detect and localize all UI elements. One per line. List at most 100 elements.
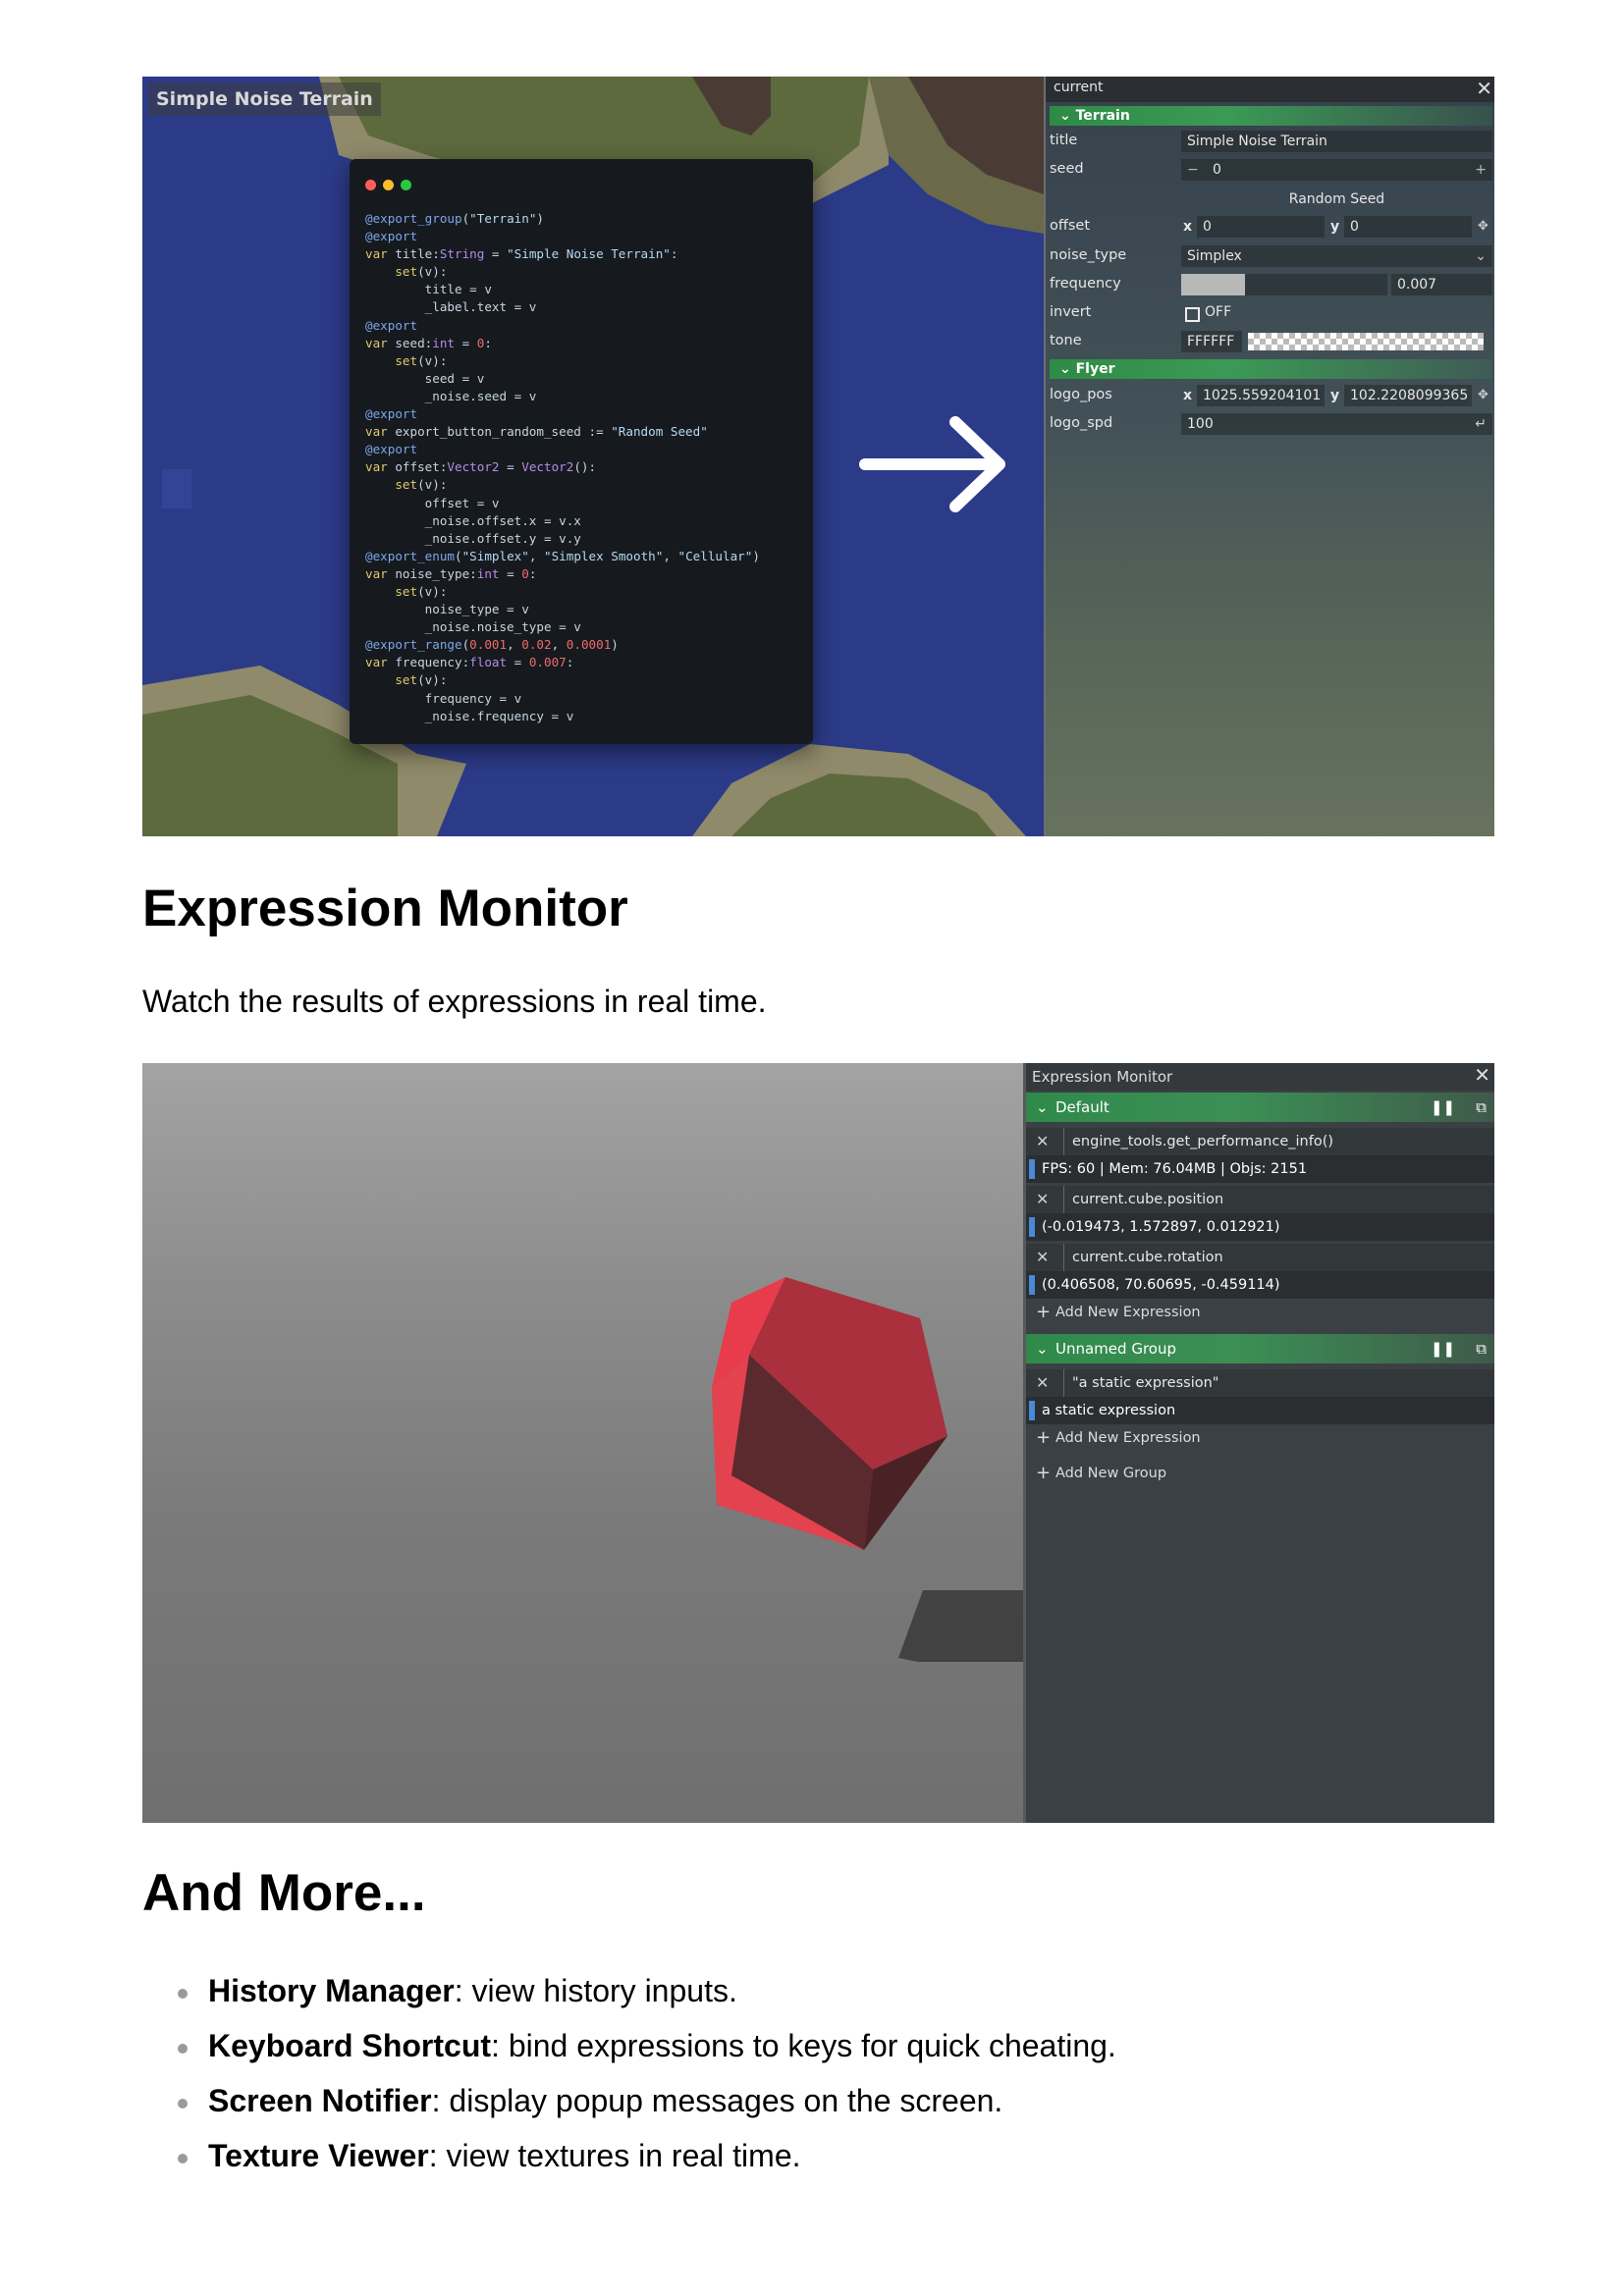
remove-icon[interactable]: ✕ xyxy=(1036,1244,1049,1271)
add-expression-button[interactable]: + Add New Expression xyxy=(1026,1299,1494,1326)
seed-value: 0 xyxy=(1213,162,1221,178)
frequency-field[interactable]: 0.007 xyxy=(1391,274,1492,295)
logo-spd-field[interactable]: 100 ↵ xyxy=(1181,413,1492,435)
color-picker-swatch[interactable] xyxy=(1248,333,1484,350)
feature-title: Keyboard Shortcut xyxy=(208,2028,492,2063)
noise-type-label: noise_type xyxy=(1050,247,1127,263)
code-line: @export xyxy=(365,442,418,457)
code-line: var offset:Vector2 = Vector2(): xyxy=(365,459,597,475)
logo-pos-x-label: x xyxy=(1183,388,1193,403)
expression-row[interactable]: ✕ current.cube.rotation xyxy=(1026,1244,1494,1271)
right-arrow-icon xyxy=(859,416,1005,512)
expression-input[interactable]: engine_tools.get_performance_info() xyxy=(1063,1128,1333,1155)
close-icon[interactable]: ✕ xyxy=(1474,1063,1490,1087)
seed-label: seed xyxy=(1050,161,1084,177)
group-flyer[interactable]: ⌄ Flyer xyxy=(1050,359,1492,379)
maximize-dot-icon[interactable] xyxy=(401,180,411,190)
code-line: _noise.seed = v xyxy=(365,388,537,403)
offset-x-field[interactable]: 0 xyxy=(1197,216,1325,238)
frequency-slider[interactable] xyxy=(1181,274,1387,295)
feature-description: : view history inputs. xyxy=(454,1973,737,2008)
remove-icon[interactable]: ✕ xyxy=(1036,1128,1049,1155)
remove-icon[interactable]: ✕ xyxy=(1036,1369,1049,1397)
crosshair-icon[interactable]: ✥ xyxy=(1478,388,1488,402)
expression-monitor-description: Watch the results of expressions in real… xyxy=(142,984,767,1019)
logo-pos-y-field[interactable]: 102.2208099365 xyxy=(1344,385,1472,406)
feature-title: Texture Viewer xyxy=(208,2138,429,2173)
crosshair-icon[interactable]: ✥ xyxy=(1478,219,1488,234)
code-line: _noise.offset.x = v.x xyxy=(365,512,581,528)
group-terrain[interactable]: ⌄ Terrain xyxy=(1050,106,1492,126)
tone-label: tone xyxy=(1050,333,1082,348)
title-field[interactable]: Simple Noise Terrain xyxy=(1181,131,1492,152)
expression-monitor-panel: Expression Monitor ✕ ⌄ Default ❚❚ ⧉ ✕ engine_… xyxy=(1023,1063,1494,1823)
frequency-label: frequency xyxy=(1050,276,1121,292)
noise-type-value: Simplex xyxy=(1187,248,1242,264)
code-line: @export xyxy=(365,229,418,244)
seed-spinbox[interactable]: − 0 + xyxy=(1181,159,1492,181)
window-icon[interactable]: ⧉ xyxy=(1476,1334,1487,1363)
code-line: title = v xyxy=(365,282,492,297)
add-group-button[interactable]: + Add New Group xyxy=(1026,1460,1494,1487)
expression-group-header[interactable]: ⌄ Default ❚❚ ⧉ xyxy=(1026,1093,1494,1122)
group-name: Unnamed Group xyxy=(1055,1340,1176,1358)
tone-hex-field[interactable]: FFFFFF xyxy=(1181,331,1242,352)
random-seed-button[interactable]: Random Seed xyxy=(1181,188,1492,210)
expression-input[interactable]: current.cube.rotation xyxy=(1063,1244,1223,1271)
panel-title: Expression Monitor xyxy=(1032,1068,1173,1086)
offset-y-label: y xyxy=(1330,219,1340,235)
noise-type-select[interactable]: Simplex ⌄ xyxy=(1181,245,1492,267)
inspector-panel: current ✕ ⌄ Terrain title Simple Noise T… xyxy=(1044,77,1494,836)
code-line: var seed:int = 0: xyxy=(365,335,492,350)
expression-input[interactable]: current.cube.position xyxy=(1063,1186,1223,1213)
expression-row[interactable]: ✕ "a static expression" xyxy=(1026,1369,1494,1397)
feature-description: : display popup messages on the screen. xyxy=(431,2083,1003,2118)
invert-state: OFF xyxy=(1205,304,1232,320)
expression-result: (-0.019473, 1.572897, 0.012921) xyxy=(1026,1213,1494,1241)
logo-pos-x-field[interactable]: 1025.559204101 xyxy=(1197,385,1325,406)
pause-icon[interactable]: ❚❚ xyxy=(1431,1093,1455,1122)
code-line: set(v): xyxy=(395,352,448,368)
code-line: _label.text = v xyxy=(365,299,537,315)
plus-icon: + xyxy=(1036,1463,1052,1483)
expression-row[interactable]: ✕ current.cube.position xyxy=(1026,1186,1494,1213)
code-line: @export_group("Terrain") xyxy=(365,211,545,226)
expression-result: (0.406508, 70.60695, -0.459114) xyxy=(1026,1271,1494,1299)
feature-title: History Manager xyxy=(208,1973,455,2008)
feature-item: Keyboard Shortcut: bind expressions to k… xyxy=(178,2018,1116,2073)
window-icon[interactable]: ⧉ xyxy=(1476,1093,1487,1122)
add-expression-button[interactable]: + Add New Expression xyxy=(1026,1424,1494,1452)
code-line: _noise.frequency = v xyxy=(365,708,574,723)
code-line: var export_button_random_seed := "Random… xyxy=(365,424,708,440)
code-line: _noise.offset.y = v.y xyxy=(365,530,581,546)
inspector-title: current xyxy=(1054,80,1104,95)
pause-icon[interactable]: ❚❚ xyxy=(1431,1334,1455,1363)
minimize-dot-icon[interactable] xyxy=(383,180,394,190)
code-line: set(v): xyxy=(395,672,448,688)
logo-pos-y-label: y xyxy=(1330,388,1340,403)
chevron-down-icon: ⌄ xyxy=(1059,361,1076,377)
decrement-icon[interactable]: − xyxy=(1187,159,1199,181)
reset-icon[interactable]: ↵ xyxy=(1475,413,1487,435)
increment-icon[interactable]: + xyxy=(1475,159,1487,181)
add-expression-label: Add New Expression xyxy=(1055,1430,1201,1446)
code-line: noise_type = v xyxy=(365,602,529,617)
expression-monitor-heading: Expression Monitor xyxy=(142,880,628,937)
expression-input[interactable]: "a static expression" xyxy=(1063,1369,1218,1397)
offset-y-field[interactable]: 0 xyxy=(1344,216,1472,238)
title-label: title xyxy=(1050,133,1078,148)
expression-row[interactable]: ✕ engine_tools.get_performance_info() xyxy=(1026,1128,1494,1155)
close-dot-icon[interactable] xyxy=(365,180,376,190)
code-line: frequency = v xyxy=(365,690,522,706)
expression-result: a static expression xyxy=(1026,1397,1494,1424)
code-line: var title:String = "Simple Noise Terrain… xyxy=(365,246,678,262)
add-expression-label: Add New Expression xyxy=(1055,1305,1201,1320)
panel-titlebar: Expression Monitor ✕ xyxy=(1026,1063,1494,1091)
code-line: var noise_type:int = 0: xyxy=(365,565,537,581)
checkbox-icon[interactable] xyxy=(1185,307,1200,322)
plus-icon: + xyxy=(1036,1427,1052,1448)
expression-group-header[interactable]: ⌄ Unnamed Group ❚❚ ⧉ xyxy=(1026,1334,1494,1363)
feature-description: : view textures in real time. xyxy=(428,2138,801,2173)
close-icon[interactable]: ✕ xyxy=(1476,77,1492,100)
remove-icon[interactable]: ✕ xyxy=(1036,1186,1049,1213)
